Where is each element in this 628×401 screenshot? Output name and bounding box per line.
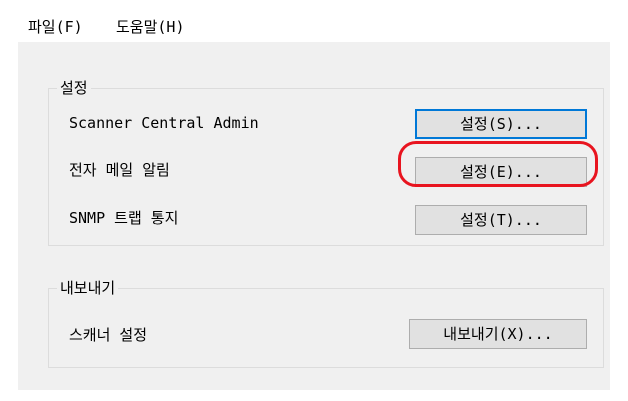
settings-groupbox: 설정 Scanner Central Admin 설정(S)... 전자 메일 … (48, 78, 604, 246)
email-notification-settings-button[interactable]: 설정(E)... (415, 157, 587, 187)
export-group-title: 내보내기 (57, 278, 119, 298)
settings-group-title: 설정 (57, 78, 91, 98)
menu-file[interactable]: 파일(F) (24, 17, 87, 37)
scanner-central-admin-settings-button[interactable]: 설정(S)... (415, 109, 587, 139)
export-groupbox: 내보내기 스캐너 설정 내보내기(X)... (48, 278, 604, 368)
email-notification-label: 전자 메일 알림 (69, 161, 170, 179)
scanner-central-admin-label: Scanner Central Admin (69, 114, 259, 132)
scanner-settings-label: 스캐너 설정 (69, 326, 148, 344)
snmp-trap-settings-button[interactable]: 설정(T)... (415, 205, 587, 235)
snmp-trap-label: SNMP 트랩 통지 (69, 209, 179, 227)
export-button[interactable]: 내보내기(X)... (409, 319, 587, 349)
settings-window: 파일(F) 도움말(H) 설정 Scanner Central Admin 설정… (18, 12, 610, 390)
menu-bar: 파일(F) 도움말(H) (18, 12, 610, 42)
menu-help[interactable]: 도움말(H) (112, 17, 189, 37)
